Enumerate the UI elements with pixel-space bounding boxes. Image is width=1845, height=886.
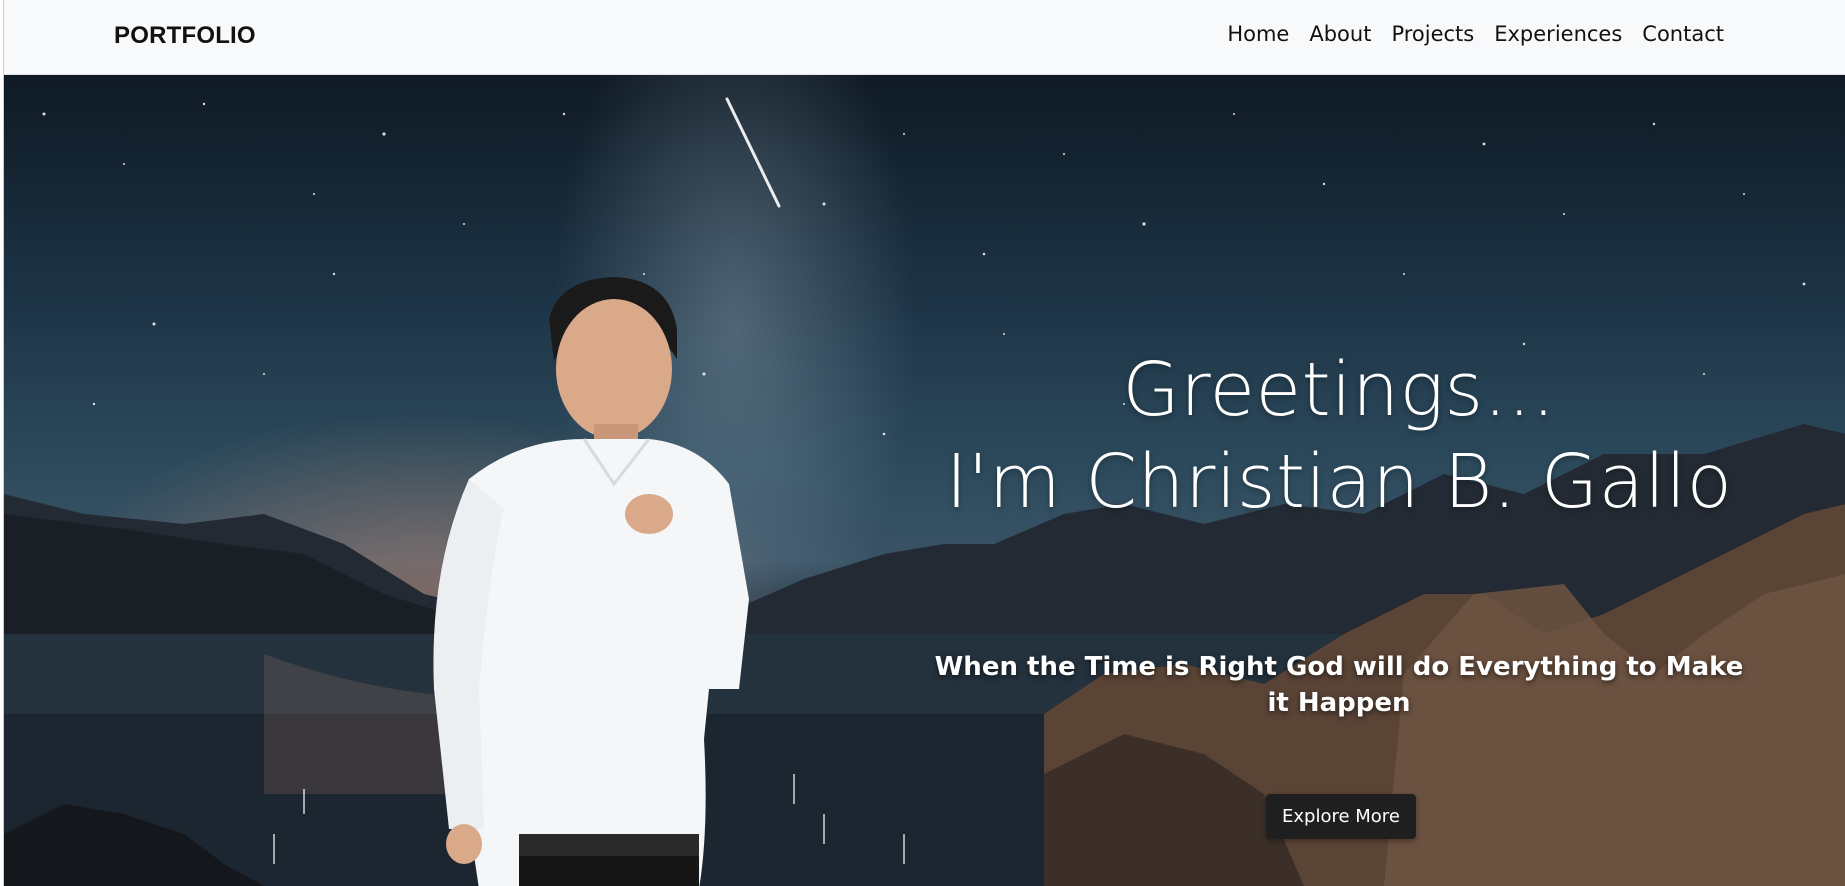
nav-link-projects[interactable]: Projects <box>1391 22 1474 46</box>
browser-viewport: PORTFOLIO Home About Projects Experience… <box>3 0 1845 886</box>
navbar: PORTFOLIO Home About Projects Experience… <box>4 0 1845 75</box>
greeting-line-2: I'm Christian B. Gallo <box>945 439 1733 525</box>
hero-quote: When the Time is Right God will do Every… <box>934 652 1744 718</box>
hero-section: Greetings... I'm Christian B. Gallo When… <box>4 74 1845 886</box>
nav-link-experiences[interactable]: Experiences <box>1494 22 1622 46</box>
nav-links: Home About Projects Experiences Contact <box>1227 22 1724 46</box>
hero-greeting: Greetings... I'm Christian B. Gallo <box>904 344 1774 528</box>
greeting-line-1: Greetings... <box>1122 347 1556 433</box>
nav-link-contact[interactable]: Contact <box>1642 22 1724 46</box>
nav-link-about[interactable]: About <box>1309 22 1371 46</box>
explore-more-button[interactable]: Explore More <box>1266 794 1416 839</box>
brand-logo[interactable]: PORTFOLIO <box>114 22 256 50</box>
nav-link-home[interactable]: Home <box>1227 22 1289 46</box>
profile-photo <box>433 277 749 886</box>
